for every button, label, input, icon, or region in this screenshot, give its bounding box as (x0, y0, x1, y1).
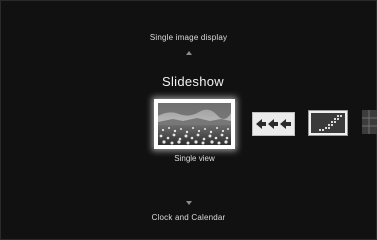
arrow-down-icon (185, 201, 192, 205)
nav-down-clock-and-calendar[interactable]: Clock and Calendar (0, 195, 377, 222)
nav-up-single-image-display[interactable]: Single image display (0, 33, 377, 60)
arrow-up-icon (185, 51, 192, 55)
arrows-icon (253, 113, 294, 135)
effect-mosaic-thumbnail[interactable] (308, 110, 348, 136)
effect-single-view-thumbnail[interactable] (154, 99, 235, 149)
nav-down-label: Clock and Calendar (151, 213, 226, 222)
mosaic-icon (309, 111, 347, 135)
single-view-icon (155, 100, 234, 148)
photo-frame-menu-screen: Single image display Slideshow Single vi… (0, 0, 377, 240)
page-title: Slideshow (162, 74, 224, 89)
selected-effect-label: Single view (174, 154, 215, 163)
effect-grid-thumbnail[interactable] (362, 110, 377, 134)
effect-arrows-thumbnail[interactable] (252, 112, 295, 136)
nav-up-label: Single image display (149, 33, 228, 42)
grid-icon (362, 110, 377, 134)
